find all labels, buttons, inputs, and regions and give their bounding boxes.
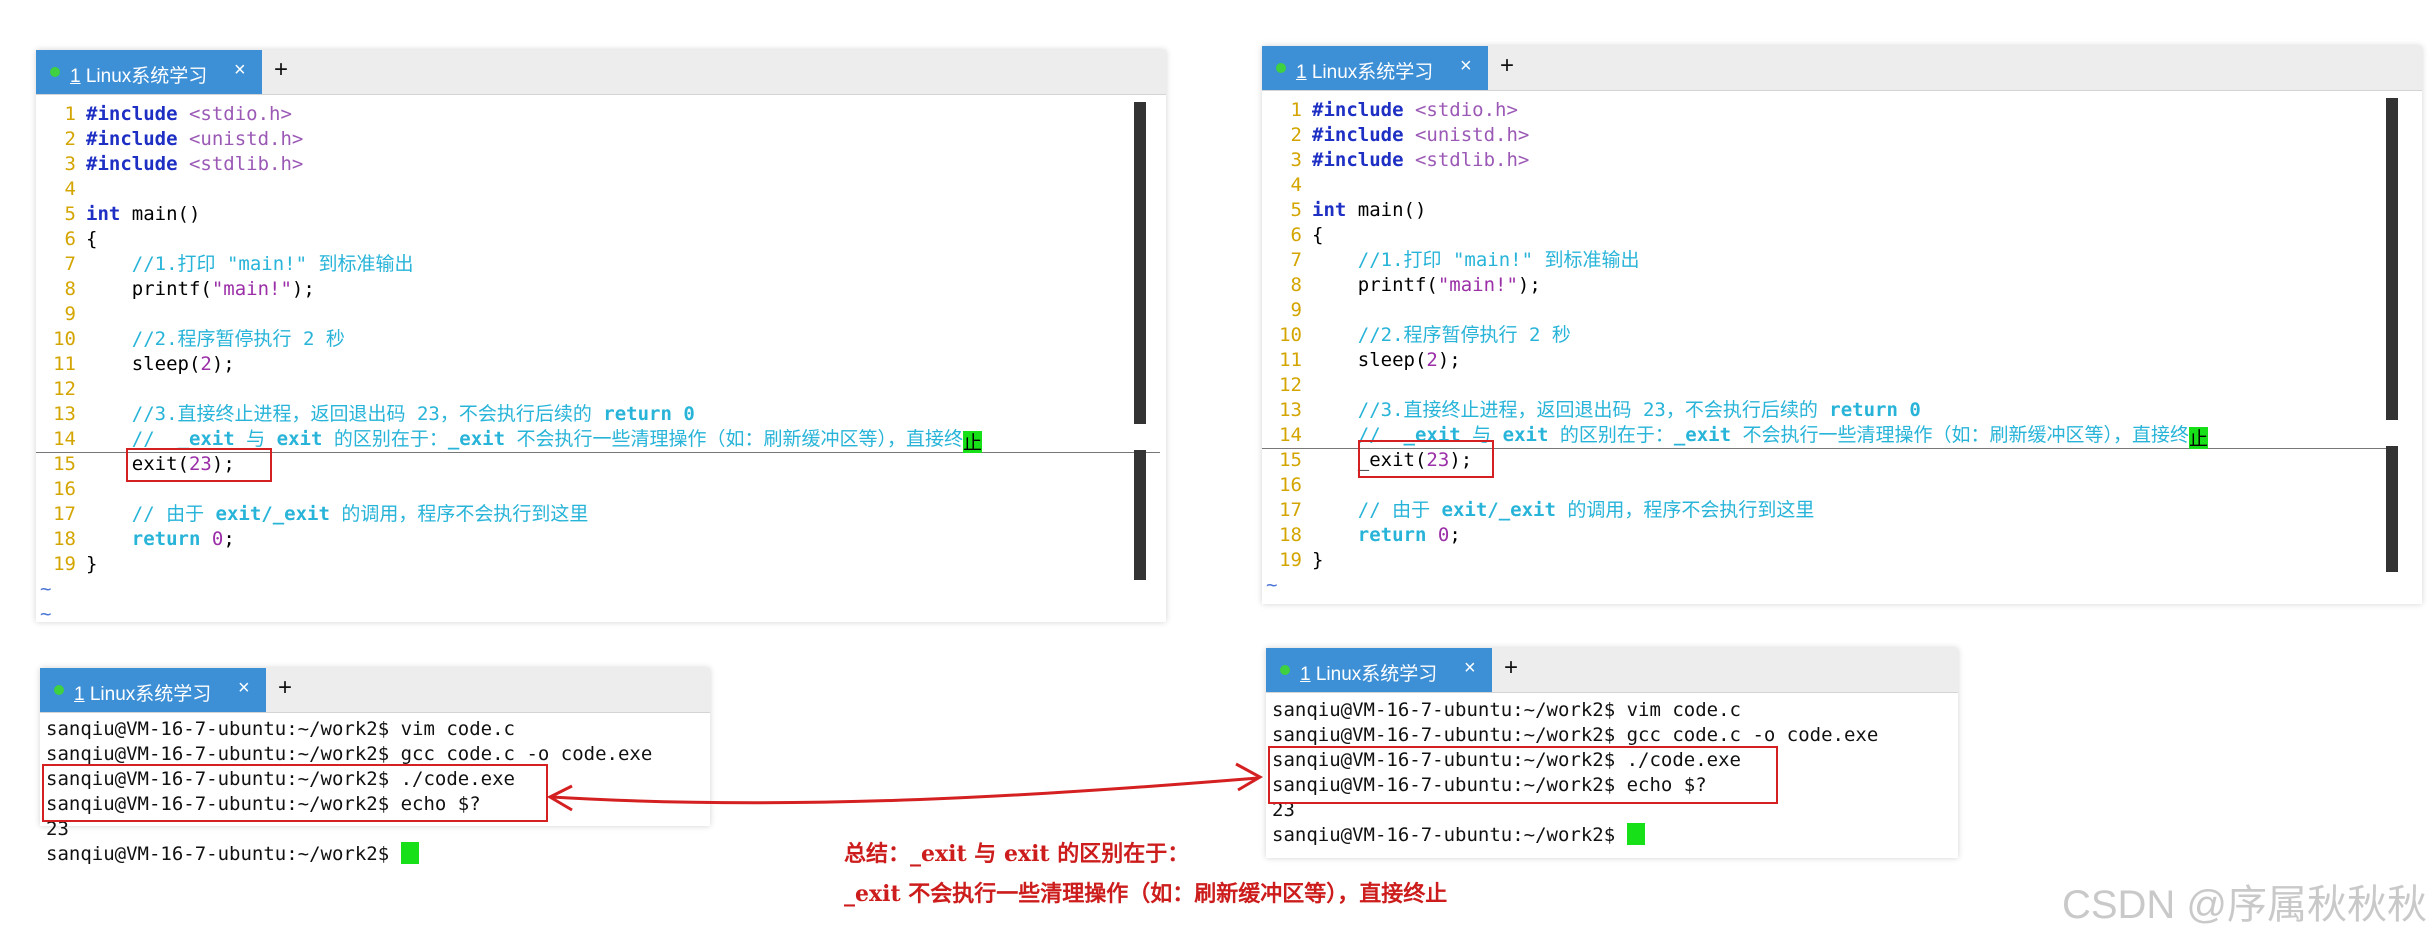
- summary-note-line1: 总结：_exit 与 exit 的区别在于：: [844, 841, 1190, 867]
- watermark: CSDN @序属秋秋秋: [2061, 883, 2427, 927]
- summary-note-line2: _exit 不会执行一些清理操作（如：刷新缓冲区等），直接终止: [844, 881, 1448, 907]
- double-arrow-annotation: [546, 762, 1264, 812]
